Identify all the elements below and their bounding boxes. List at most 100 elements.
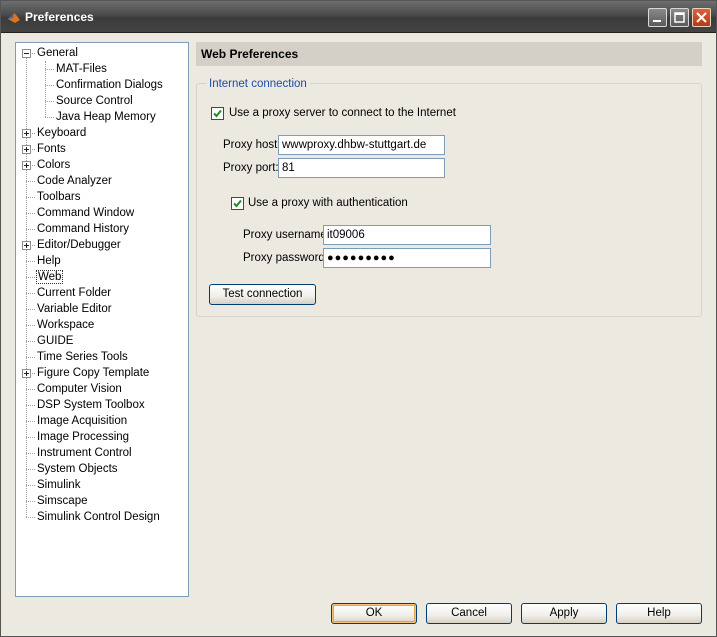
panel-title: Web Preferences	[201, 47, 299, 61]
tree-guide-line	[26, 325, 35, 326]
use-proxy-checkbox[interactable]	[211, 107, 224, 120]
tree-item-simulink-control-design[interactable]: Simulink Control Design	[36, 509, 161, 525]
expand-icon[interactable]	[22, 145, 31, 154]
tree-item-source-control[interactable]: Source Control	[55, 93, 134, 109]
tree-guide-line	[26, 309, 35, 310]
tree-item-help[interactable]: Help	[36, 253, 62, 269]
tree-item-label: Fonts	[37, 143, 66, 155]
tree-item-workspace[interactable]: Workspace	[36, 317, 95, 333]
tree-item-command-window[interactable]: Command Window	[36, 205, 135, 221]
tree-guide-line	[26, 261, 35, 262]
use-proxy-label: Use a proxy server to connect to the Int…	[229, 107, 456, 119]
window-title: Preferences	[25, 10, 94, 24]
proxy-username-field[interactable]: it09006	[323, 225, 491, 245]
help-button[interactable]: Help	[616, 603, 702, 624]
tree-item-label: Current Folder	[37, 287, 112, 299]
use-authentication-checkbox[interactable]	[231, 197, 244, 210]
tree-item-simscape[interactable]: Simscape	[36, 493, 89, 509]
tree-guide-line	[26, 181, 35, 182]
collapse-icon[interactable]	[22, 49, 31, 58]
tree-item-system-objects[interactable]: System Objects	[36, 461, 119, 477]
proxy-host-label: Proxy host:	[223, 139, 281, 151]
tree-guide-line	[26, 469, 35, 470]
tree-item-label: Time Series Tools	[37, 351, 128, 363]
expand-icon[interactable]	[22, 161, 31, 170]
tree-guide-line	[26, 405, 35, 406]
tree-guide-line	[26, 277, 35, 278]
tree-item-simulink[interactable]: Simulink	[36, 477, 81, 493]
tree-item-label: Editor/Debugger	[37, 239, 121, 251]
tree-item-label: Figure Copy Template	[37, 367, 150, 379]
preferences-tree[interactable]: General MAT-Files Confirmation Dialogs Sour…	[15, 42, 189, 597]
tree-item-java-heap-memory[interactable]: Java Heap Memory	[55, 109, 157, 125]
proxy-password-field[interactable]: ●●●●●●●●●	[323, 248, 491, 268]
title-bar[interactable]: Preferences	[1, 1, 716, 33]
tree-item-image-processing[interactable]: Image Processing	[36, 429, 130, 445]
tree-item-label: Simulink Control Design	[37, 511, 160, 523]
tree-item-dsp-system-toolbox[interactable]: DSP System Toolbox	[36, 397, 146, 413]
tree-item-confirmation-dialogs[interactable]: Confirmation Dialogs	[55, 77, 164, 93]
tree-guide-line	[26, 389, 35, 390]
tree-item-mat-files[interactable]: MAT-Files	[55, 61, 108, 77]
tree-item-label: Colors	[37, 159, 71, 171]
tree-guide-line	[26, 437, 35, 438]
close-icon	[696, 12, 707, 23]
tree-guide-line	[45, 117, 54, 118]
maximize-button[interactable]	[670, 8, 689, 27]
tree-item-command-history[interactable]: Command History	[36, 221, 130, 237]
tree-item-keyboard[interactable]: Keyboard	[36, 125, 87, 141]
tree-item-label: System Objects	[37, 463, 118, 475]
expand-icon[interactable]	[22, 129, 31, 138]
checkmark-icon	[233, 199, 242, 208]
tree-item-web[interactable]: Web	[36, 269, 64, 285]
preferences-window: Preferences General MAT-Files Confirmation…	[0, 0, 717, 637]
apply-button[interactable]: Apply	[521, 603, 607, 624]
tree-item-label: DSP System Toolbox	[37, 399, 145, 411]
tree-item-label: Source Control	[56, 95, 133, 107]
tree-item-colors[interactable]: Colors	[36, 157, 71, 173]
expand-icon[interactable]	[22, 369, 31, 378]
tree-item-variable-editor[interactable]: Variable Editor	[36, 301, 113, 317]
tree-item-code-analyzer[interactable]: Code Analyzer	[36, 173, 113, 189]
tree-guide-line	[26, 501, 35, 502]
tree-item-label: General	[37, 47, 78, 59]
tree-item-label: Keyboard	[37, 127, 87, 139]
expand-icon[interactable]	[22, 241, 31, 250]
group-title: Internet connection	[206, 78, 310, 90]
tree-item-toolbars[interactable]: Toolbars	[36, 189, 81, 205]
proxy-username-label: Proxy username:	[243, 229, 330, 241]
proxy-host-field[interactable]: wwwproxy.dhbw-stuttgart.de	[278, 135, 445, 155]
tree-item-current-folder[interactable]: Current Folder	[36, 285, 112, 301]
tree-item-label: Java Heap Memory	[56, 111, 156, 123]
tree-item-label: Confirmation Dialogs	[56, 79, 163, 91]
tree-item-computer-vision[interactable]: Computer Vision	[36, 381, 123, 397]
minimize-button[interactable]	[648, 8, 667, 27]
tree-item-label: Image Processing	[37, 431, 130, 443]
tree-item-label: Computer Vision	[37, 383, 122, 395]
tree-guide-line	[45, 69, 54, 70]
tree-item-guide[interactable]: GUIDE	[36, 333, 74, 349]
minimize-icon	[653, 20, 661, 22]
tree-item-instrument-control[interactable]: Instrument Control	[36, 445, 133, 461]
ok-button[interactable]: OK	[331, 603, 417, 624]
cancel-button[interactable]: Cancel	[426, 603, 512, 624]
tree-item-editor-debugger[interactable]: Editor/Debugger	[36, 237, 122, 253]
close-button[interactable]	[692, 8, 711, 27]
tree-item-label: Simscape	[37, 495, 88, 507]
tree-guide-line	[26, 53, 27, 517]
tree-guide-line	[26, 341, 35, 342]
tree-item-label: Help	[37, 255, 61, 267]
tree-item-figure-copy-template[interactable]: Figure Copy Template	[36, 365, 150, 381]
checkmark-icon	[213, 109, 222, 118]
tree-guide-line	[26, 229, 35, 230]
tree-item-fonts[interactable]: Fonts	[36, 141, 67, 157]
tree-item-label: Instrument Control	[37, 447, 132, 459]
tree-item-time-series-tools[interactable]: Time Series Tools	[36, 349, 129, 365]
tree-item-label: Web	[36, 270, 64, 284]
tree-item-label: Variable Editor	[37, 303, 112, 315]
proxy-port-field[interactable]: 81	[278, 158, 445, 178]
tree-item-image-acquisition[interactable]: Image Acquisition	[36, 413, 128, 429]
tree-item-label: Workspace	[37, 319, 95, 331]
tree-item-general[interactable]: General	[36, 45, 79, 61]
test-connection-button[interactable]: Test connection	[209, 284, 316, 305]
